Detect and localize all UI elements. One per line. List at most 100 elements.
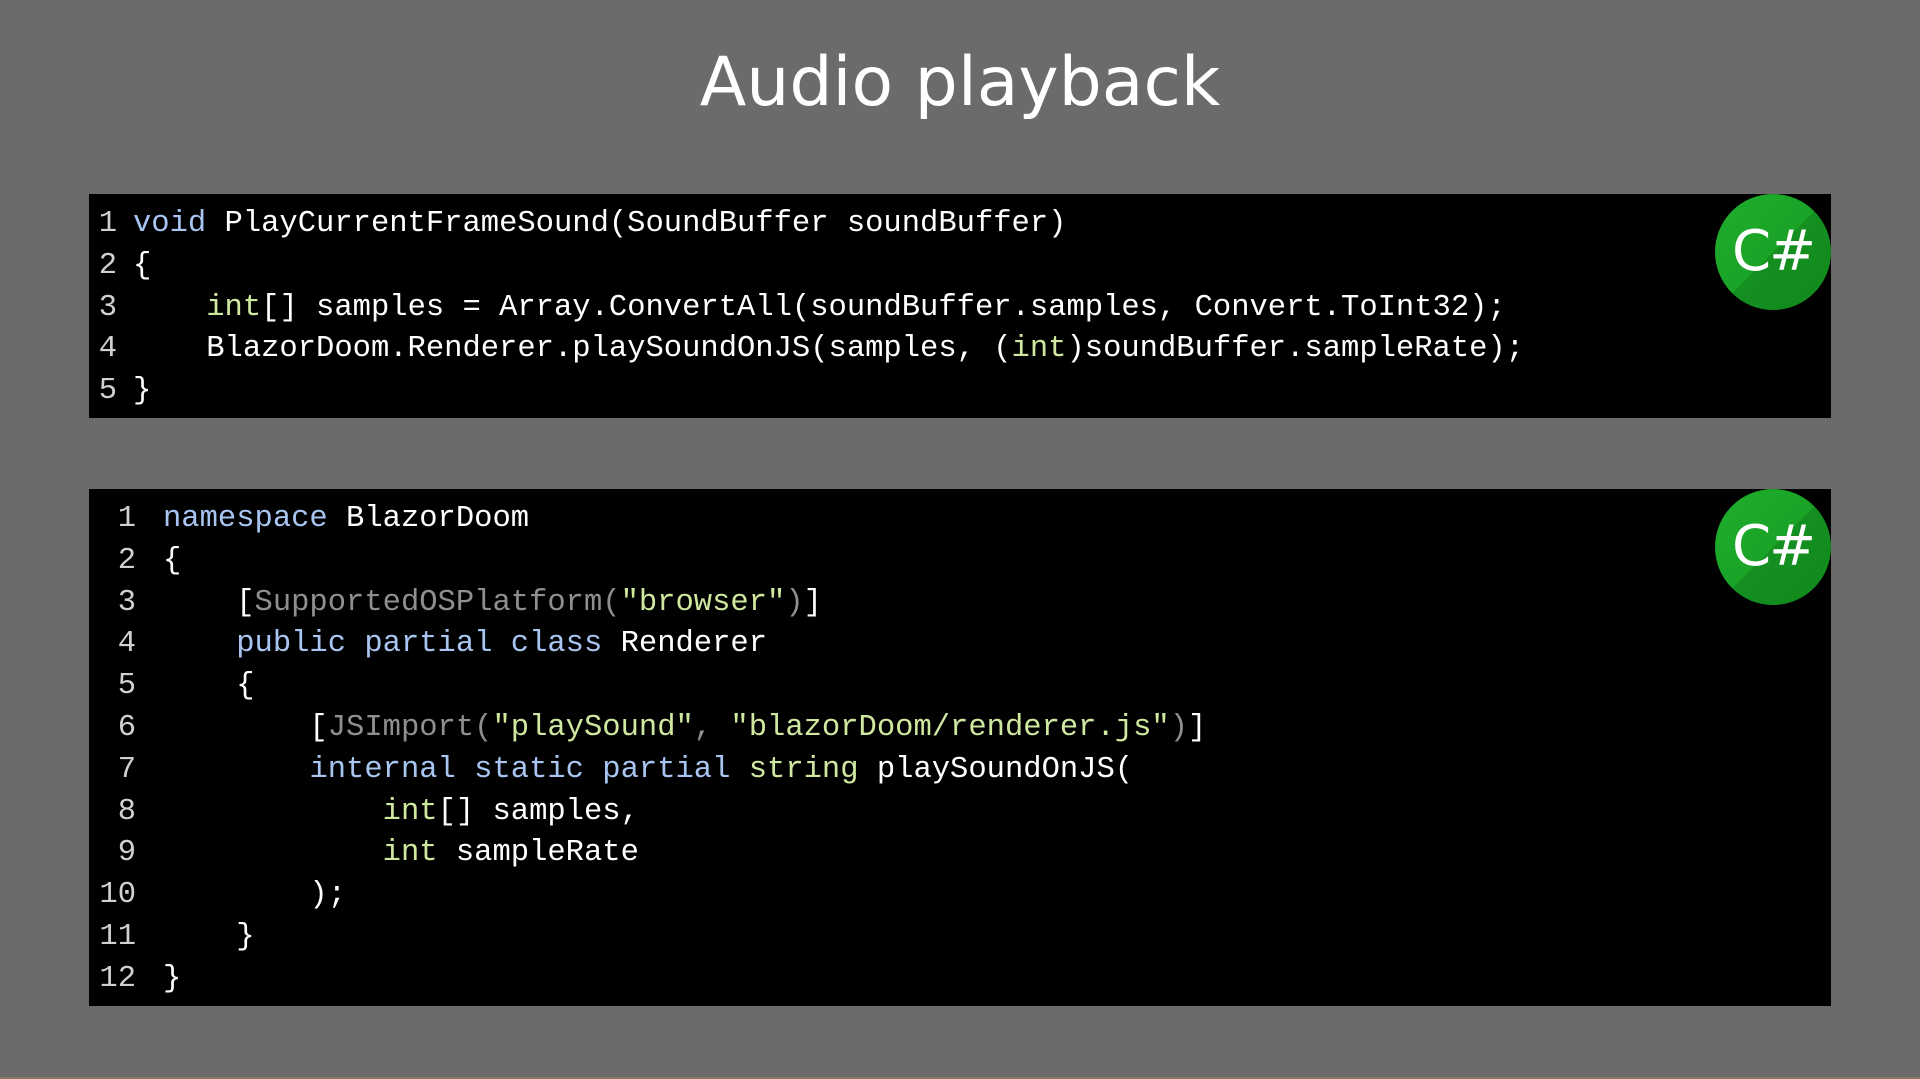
code-token-plain: {	[163, 669, 255, 704]
line-number: 10	[99, 878, 136, 913]
line-code: internal static partial string playSound…	[163, 750, 1133, 792]
csharp-badge-label: C#	[1731, 219, 1816, 284]
code-line: 10 );	[89, 875, 1206, 917]
code-token-attr: )	[785, 585, 804, 620]
code-line: 4 public partial class Renderer	[89, 624, 1206, 666]
code-token-plain: ]	[1188, 710, 1207, 745]
line-code: }	[163, 917, 255, 959]
line-number: 2	[98, 248, 117, 283]
line-code: }	[163, 959, 181, 1001]
line-code: }	[133, 371, 151, 413]
code-token-plain: BlazorDoom	[327, 502, 530, 536]
line-code: BlazorDoom.Renderer.playSoundOnJS(sample…	[133, 329, 1524, 371]
code-token-plain: {	[133, 248, 152, 283]
line-number: 1	[117, 502, 136, 536]
line-number: 4	[98, 332, 117, 367]
line-number: 5	[117, 669, 136, 704]
code-token-plain: }	[163, 961, 182, 996]
code-block-play-current-frame-sound: 1 void PlayCurrentFrameSound(SoundBuffer …	[89, 194, 1831, 418]
code-token-plain: PlayCurrentFrameSound(SoundBuffer soundB…	[206, 207, 1067, 241]
line-code: [SupportedOSPlatform("browser")]	[163, 583, 822, 625]
code-token-plain: {	[163, 543, 182, 578]
code-token-keyword: namespace	[163, 502, 328, 536]
line-number: 2	[117, 543, 136, 578]
code-block-renderer-class: 1 namespace BlazorDoom 2{3 [SupportedOSPla…	[89, 489, 1831, 1006]
code-token-plain: playSoundOnJS(	[858, 752, 1134, 787]
line-code: int sampleRate	[163, 833, 639, 875]
code-line: 1 namespace BlazorDoom	[89, 499, 1206, 541]
line-code: int[] samples = Array.ConvertAll(soundBu…	[133, 288, 1506, 330]
code-line: 2{	[89, 541, 1206, 583]
code-token-string: "blazorDoom/renderer.js"	[730, 710, 1170, 745]
code-line: 3 [SupportedOSPlatform("browser")]	[89, 583, 1206, 625]
code-line: 5}	[89, 371, 1524, 413]
line-code: public partial class Renderer	[163, 624, 767, 666]
code-token-plain: [] samples = Array.ConvertAll(soundBuffe…	[261, 290, 1506, 325]
line-number: 8	[117, 794, 136, 829]
code-token-type: int	[206, 290, 262, 325]
code-line: 11 }	[89, 917, 1206, 959]
code-token-attr: )	[1169, 710, 1189, 745]
code-token-plain: [	[163, 585, 255, 620]
line-number: 11	[99, 919, 136, 954]
line-number: 9	[117, 836, 136, 871]
code-line: 6 [JSImport("playSound", "blazorDoom/ren…	[89, 708, 1207, 750]
code-line: 1 void PlayCurrentFrameSound(SoundBuffer …	[89, 204, 1524, 246]
line-code: {	[163, 666, 255, 708]
code-line: 5 {	[89, 666, 1206, 708]
csharp-logo-icon: C#	[1715, 489, 1831, 605]
code-line: 12}	[89, 959, 1206, 1001]
line-number: 1	[98, 207, 117, 241]
code-token-attr: JSImport(	[327, 710, 493, 745]
csharp-logo-icon: C#	[1715, 194, 1831, 310]
code-line: 2{	[89, 246, 1524, 288]
line-code: );	[163, 875, 346, 917]
line-number: 3	[98, 290, 117, 325]
line-code: int[] samples,	[163, 792, 639, 834]
line-number: 7	[117, 752, 136, 787]
code-token-type: int	[1011, 332, 1067, 367]
code-line: 9 int sampleRate	[89, 833, 1206, 875]
code-token-plain: }	[133, 374, 152, 409]
code-token-string: "browser"	[620, 585, 786, 620]
code-token-plain: BlazorDoom.Renderer.playSoundOnJS(sample…	[133, 332, 1012, 367]
code-line: 4 BlazorDoom.Renderer.playSoundOnJS(samp…	[89, 329, 1524, 371]
code-token-plain: )soundBuffer.sampleRate);	[1066, 332, 1525, 367]
code-token-attr: ,	[693, 710, 731, 745]
line-code: {	[163, 541, 181, 583]
code-token-keyword: internal static partial	[309, 752, 731, 787]
slide-title: Audio playback	[699, 43, 1221, 122]
line-number: 4	[117, 627, 136, 662]
code-token-plain: }	[163, 919, 255, 954]
line-number: 12	[99, 961, 136, 996]
code-token-type: string	[748, 752, 859, 787]
code-token-plain: [] samples,	[437, 794, 639, 829]
code-lines: 1 namespace BlazorDoom 2{3 [SupportedOSPla…	[89, 499, 1206, 1001]
code-token-plain: [	[163, 710, 328, 745]
code-token-type: int	[382, 794, 438, 829]
code-line: 3 int[] samples = Array.ConvertAll(sound…	[89, 288, 1524, 330]
code-token-plain: ]	[803, 585, 822, 620]
line-number: 6	[117, 710, 136, 745]
line-code: [JSImport("playSound", "blazorDoom/rende…	[163, 708, 1206, 750]
code-token-plain: Renderer	[602, 627, 768, 662]
code-token-string: "playSound"	[492, 710, 694, 745]
line-code: {	[133, 246, 151, 288]
line-code: namespace BlazorDoom	[163, 499, 529, 541]
code-token-plain: );	[163, 878, 347, 913]
line-code: void PlayCurrentFrameSound(SoundBuffer s…	[133, 204, 1066, 246]
code-token-plain: sampleRate	[437, 836, 639, 871]
code-token-type: int	[382, 836, 438, 871]
code-lines: 1 void PlayCurrentFrameSound(SoundBuffer …	[89, 204, 1524, 413]
line-number: 3	[117, 585, 136, 620]
code-token-keyword: void	[133, 207, 207, 241]
code-line: 7 internal static partial string playSou…	[89, 750, 1206, 792]
code-token-keyword: public partial class	[236, 627, 603, 662]
code-line: 8 int[] samples,	[89, 792, 1206, 834]
